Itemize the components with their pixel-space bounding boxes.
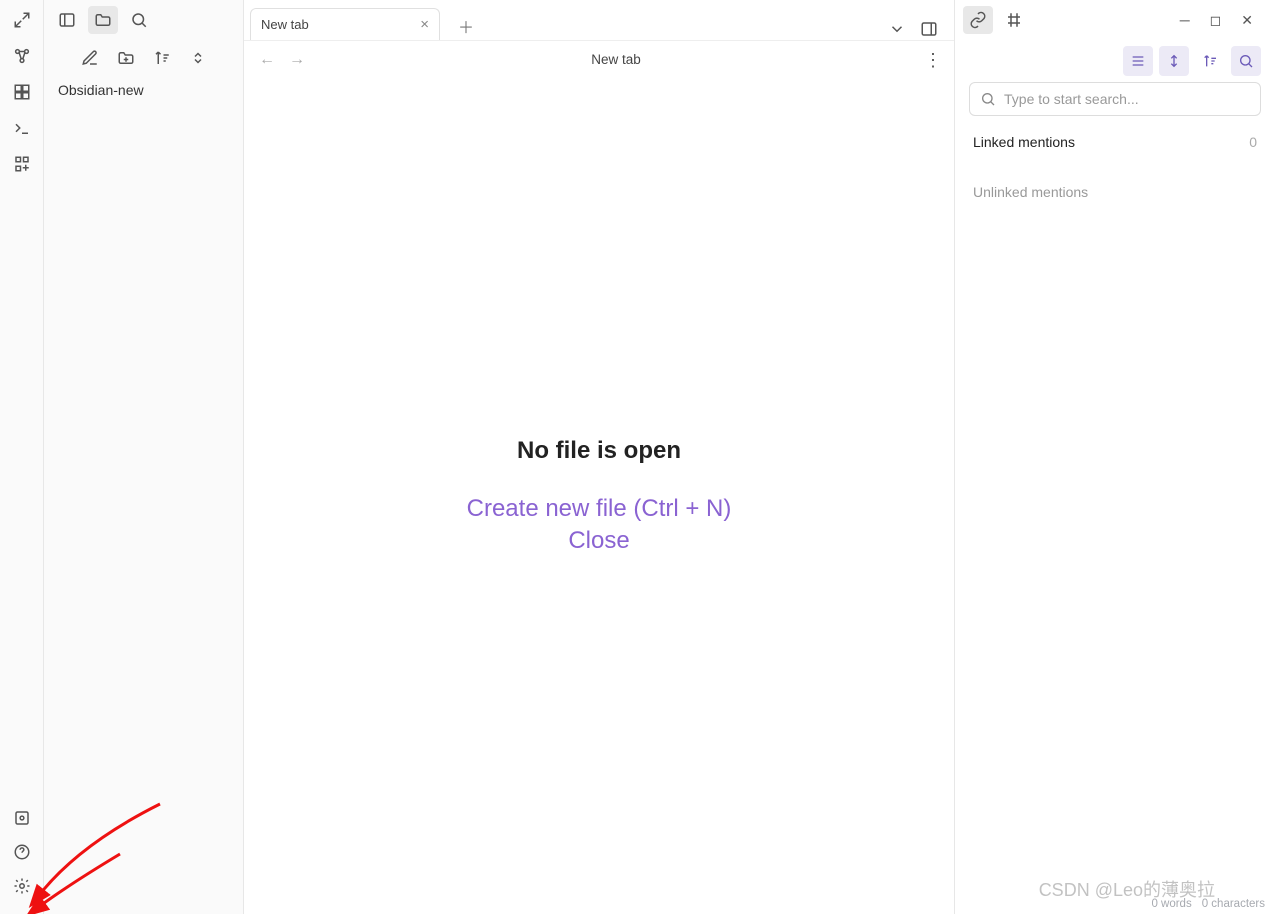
- vault-name[interactable]: Obsidian-new: [58, 80, 229, 100]
- backlink-search-input[interactable]: [1004, 91, 1250, 107]
- new-tab-button[interactable]: ＋: [452, 12, 480, 40]
- statusbar: 0 words 0 characters: [1151, 898, 1265, 910]
- show-context-icon[interactable]: [1159, 46, 1189, 76]
- show-search-icon[interactable]: [1231, 46, 1261, 76]
- collapse-all-icon[interactable]: [189, 49, 207, 67]
- tab-dropdown-icon[interactable]: [886, 18, 908, 40]
- linked-mentions-row[interactable]: Linked mentions 0: [973, 128, 1257, 156]
- sort-icon[interactable]: [153, 49, 171, 67]
- status-chars: 0 characters: [1202, 898, 1265, 910]
- settings-icon[interactable]: [10, 874, 34, 898]
- create-file-link[interactable]: Create new file (Ctrl + N): [467, 495, 732, 523]
- toggle-right-sidebar-icon[interactable]: [918, 18, 940, 40]
- content-title: New tab: [316, 52, 916, 67]
- explorer-header: [44, 40, 243, 76]
- tab-close-icon[interactable]: ×: [420, 16, 429, 33]
- backlinks-tab[interactable]: [963, 6, 993, 34]
- command-icon[interactable]: [10, 116, 34, 140]
- more-options-icon[interactable]: ⋮: [924, 51, 942, 69]
- collapse-sidebar-icon[interactable]: [52, 6, 82, 34]
- status-words: 0 words: [1151, 898, 1191, 910]
- window-controls: ─ ◻ ✕: [1180, 12, 1267, 29]
- linked-mentions-label: Linked mentions: [973, 134, 1075, 150]
- content-body: No file is open Create new file (Ctrl + …: [244, 78, 954, 914]
- linked-mentions-count: 0: [1249, 134, 1257, 150]
- new-folder-icon[interactable]: [117, 49, 135, 67]
- content-header: ← → New tab ⋮: [244, 40, 954, 78]
- window-minimize-icon[interactable]: ─: [1180, 12, 1190, 29]
- unlinked-mentions-label: Unlinked mentions: [973, 184, 1088, 200]
- tags-tab[interactable]: [999, 6, 1029, 34]
- file-explorer-tab[interactable]: [88, 6, 118, 34]
- search-tab[interactable]: [124, 6, 154, 34]
- main-area: New tab × ＋ ← → New tab ⋮ No file is ope…: [244, 0, 955, 914]
- right-panel: ─ ◻ ✕ Linked mentions 0 Unlinked mention…: [955, 0, 1275, 914]
- window-close-icon[interactable]: ✕: [1241, 12, 1253, 29]
- close-link[interactable]: Close: [568, 527, 629, 555]
- help-icon[interactable]: [10, 840, 34, 864]
- unlinked-mentions-row[interactable]: Unlinked mentions: [973, 178, 1257, 206]
- no-file-message: No file is open: [517, 437, 681, 465]
- templates-icon[interactable]: [10, 152, 34, 176]
- ribbon: [0, 0, 44, 914]
- collapse-results-icon[interactable]: [1123, 46, 1153, 76]
- new-note-icon[interactable]: [81, 49, 99, 67]
- tab-label: New tab: [261, 17, 309, 32]
- backlink-search[interactable]: [969, 82, 1261, 116]
- nav-back-icon[interactable]: ←: [256, 51, 278, 69]
- search-icon: [980, 91, 996, 107]
- window-maximize-icon[interactable]: ◻: [1210, 12, 1222, 29]
- quick-switcher-icon[interactable]: [10, 8, 34, 32]
- backlinks-toolbar: [955, 40, 1275, 82]
- sidebar: Obsidian-new: [44, 0, 244, 914]
- nav-forward-icon[interactable]: →: [286, 51, 308, 69]
- graph-icon[interactable]: [10, 44, 34, 68]
- sort-results-icon[interactable]: [1195, 46, 1225, 76]
- canvas-icon[interactable]: [10, 80, 34, 104]
- tab[interactable]: New tab ×: [250, 8, 440, 40]
- vault-icon[interactable]: [10, 806, 34, 830]
- tabbar: New tab × ＋: [244, 0, 954, 40]
